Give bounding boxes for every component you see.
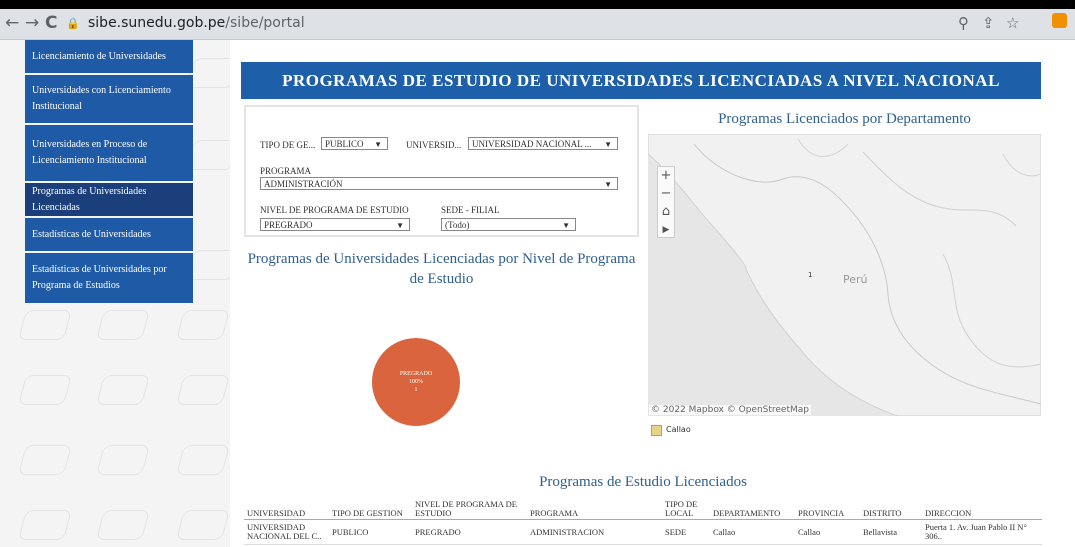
sidebar-item-estadisticas[interactable]: Estadísticas de Universidades (25, 218, 193, 251)
tipo-gestion-label: TIPO DE GE... (260, 140, 316, 150)
programs-table: UNIVERSIDAD TIPO DE GESTION NIVEL DE PRO… (244, 495, 1042, 545)
tipo-gestion-select[interactable]: PUBLICO ▼ (321, 137, 388, 150)
pie-chart-title: Programas de Universidades Licenciadas p… (247, 251, 636, 287)
extension-icon[interactable] (1052, 13, 1067, 28)
chevron-down-icon: ▼ (562, 221, 570, 230)
country-label: Perú (843, 273, 868, 286)
sidebar-item-licenciamiento[interactable]: Licenciamiento de Universidades (25, 40, 193, 73)
column-header[interactable]: UNIVERSIDAD (244, 495, 329, 520)
column-header[interactable]: DIRECCION (922, 495, 1042, 520)
background-pattern (175, 445, 230, 475)
play-icon[interactable]: ▶ (658, 221, 674, 239)
table-cell: PREGRADO (412, 519, 527, 545)
sidebar-item-estadisticas-programa[interactable]: Estadísticas de Universidades por Progra… (25, 253, 193, 303)
column-header[interactable]: TIPO DE GESTION (329, 495, 412, 520)
table-header-row: UNIVERSIDAD TIPO DE GESTION NIVEL DE PRO… (244, 495, 1042, 520)
background-pattern (95, 510, 151, 540)
map-copyright[interactable]: © 2022 Mapbox © OpenStreetMap (649, 405, 811, 415)
nivel-select[interactable]: PREGRADO ▼ (260, 218, 410, 231)
sidebar-item-licenciamiento-institucional[interactable]: Universidades con Licenciamiento Institu… (25, 75, 193, 123)
table-title: Programas de Estudio Licenciados (539, 474, 747, 490)
background-pattern (95, 445, 151, 475)
pie-slice-count: 1 (414, 387, 418, 393)
table-cell: Callao (710, 519, 795, 545)
page-title: PROGRAMAS DE ESTUDIO DE UNIVERSIDADES LI… (241, 62, 1041, 99)
sidebar-item-label: Universidades con Licenciamiento Institu… (32, 85, 171, 112)
sede-select[interactable]: (Todo) ▼ (441, 218, 576, 231)
reload-icon[interactable]: C (45, 13, 57, 33)
zoom-icon[interactable]: ⚲ (958, 12, 969, 35)
sidebar-item-label: Licenciamiento de Universidades (32, 50, 166, 62)
column-header[interactable]: TIPO DE LOCAL (662, 495, 710, 520)
background-pattern (175, 375, 230, 405)
chevron-down-icon: ▼ (604, 180, 612, 189)
url-text: sibe.sunedu.gob.pe/sibe/portal (88, 15, 305, 31)
lock-icon: 🔒 (66, 17, 80, 30)
address-bar[interactable]: 🔒 sibe.sunedu.gob.pe/sibe/portal ⚲ ⇪ ☆ (66, 12, 1066, 35)
background-pattern (175, 310, 230, 340)
pie-slice-percent: 100% (409, 379, 423, 385)
nivel-label: NIVEL DE PROGRAMA DE ESTUDIO (260, 205, 409, 215)
background-pattern (95, 310, 151, 340)
map-title: Programas Licenciados por Departamento (718, 111, 971, 127)
chevron-down-icon: ▼ (604, 140, 612, 149)
pie-slice-pregrado[interactable]: PREGRADO 100% 1 (372, 338, 460, 426)
pie-slice-label: PREGRADO (399, 371, 433, 377)
universidad-label: UNIVERSID... (406, 140, 462, 150)
table-cell: Puerta 1. Av. Juan Pablo II N° 306.. (922, 519, 1042, 545)
filter-panel: TIPO DE GE... PUBLICO ▼ UNIVERSID... UNIV… (244, 105, 639, 237)
map-view[interactable]: 1 Perú (648, 134, 1041, 416)
sidebar-item-label: Programas de Universidades Licenciadas (32, 185, 147, 213)
back-icon[interactable]: ← (5, 13, 19, 33)
column-header[interactable]: PROVINCIA (795, 495, 860, 520)
programa-select[interactable]: ADMINISTRACIÓN ▼ (260, 177, 618, 190)
chevron-down-icon: ▼ (396, 221, 404, 230)
table-cell: SEDE (662, 519, 710, 545)
top-strip (0, 0, 1075, 9)
sidebar-item-label: Estadísticas de Universidades por Progra… (32, 264, 167, 291)
browser-toolbar: ← → C 🔒 sibe.sunedu.gob.pe/sibe/portal ⚲… (0, 9, 1075, 40)
background-pattern (17, 510, 73, 540)
background-pattern (17, 310, 73, 340)
background-pattern (95, 375, 151, 405)
map-controls: + − ⌂ ▶ (657, 166, 675, 238)
zoom-in-icon[interactable]: + (658, 167, 674, 185)
background-pattern (17, 375, 73, 405)
legend-swatch (651, 425, 662, 436)
chevron-down-icon: ▼ (374, 140, 382, 149)
programa-label: PROGRAMA (260, 166, 312, 176)
home-icon[interactable]: ⌂ (658, 203, 674, 221)
table-cell: PUBLICO (329, 519, 412, 545)
sidebar-item-programas-licenciadas[interactable]: Programas de Universidades Licenciadas (25, 183, 193, 216)
background-pattern (17, 445, 73, 475)
share-icon[interactable]: ⇪ (982, 12, 995, 35)
column-header[interactable]: DISTRITO (860, 495, 922, 520)
table-cell: Callao (795, 519, 860, 545)
forward-icon[interactable]: → (25, 13, 39, 33)
column-header[interactable]: DEPARTAMENTO (710, 495, 795, 520)
bookmark-star-icon[interactable]: ☆ (1006, 12, 1019, 35)
sidebar-item-label: Estadísticas de Universidades (32, 228, 151, 240)
table-row[interactable]: UNIVERSIDAD NACIONAL DEL C.. PUBLICO PRE… (244, 519, 1042, 545)
table-cell: UNIVERSIDAD NACIONAL DEL C.. (244, 519, 329, 545)
universidad-select[interactable]: UNIVERSIDAD NACIONAL ... ▼ (468, 137, 618, 150)
sede-label: SEDE - FILIAL (441, 205, 500, 215)
table-cell: ADMINISTRACION (527, 519, 662, 545)
column-header[interactable]: NIVEL DE PROGRAMA DE ESTUDIO (412, 495, 527, 520)
table-cell: Bellavista (860, 519, 922, 545)
sidebar: Licenciamiento de Universidades Universi… (0, 40, 230, 547)
sidebar-item-proceso-licenciamiento[interactable]: Universidades en Proceso de Licenciamien… (25, 125, 193, 181)
legend-label: Callao (666, 425, 691, 434)
background-pattern (175, 510, 230, 540)
map-marker-label: 1 (808, 271, 813, 279)
column-header[interactable]: PROGRAMA (527, 495, 662, 520)
sidebar-item-label: Universidades en Proceso de Licenciamien… (32, 139, 148, 166)
zoom-out-icon[interactable]: − (658, 185, 674, 203)
